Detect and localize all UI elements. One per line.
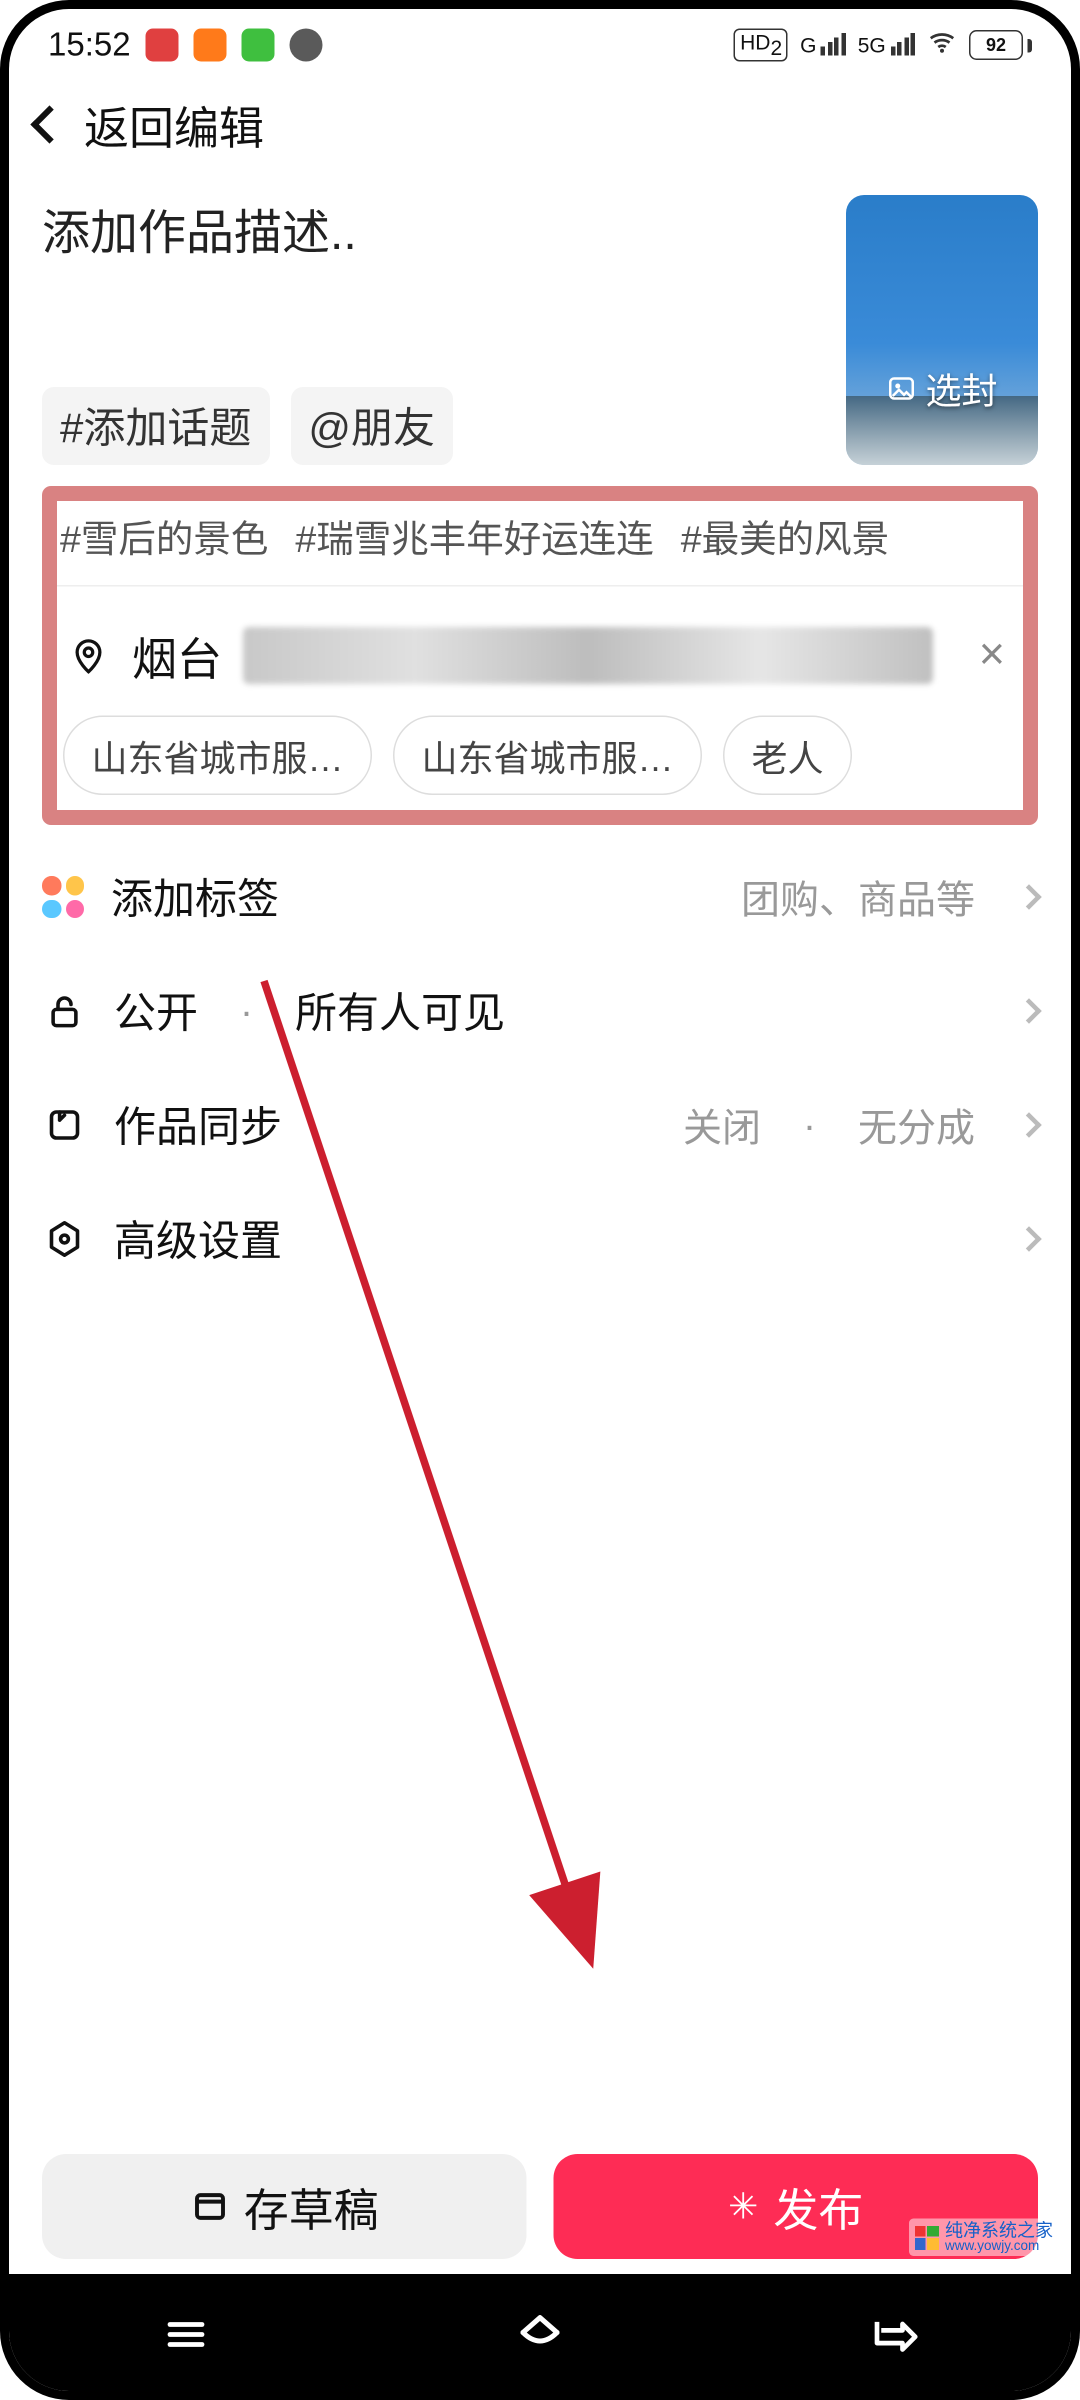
location-name: 烟台: [132, 623, 222, 689]
hd-sub: 2: [770, 36, 782, 60]
draft-icon: [190, 2187, 229, 2226]
hd-badge: HD2: [734, 29, 788, 62]
chevron-right-icon: [1016, 884, 1041, 909]
chevron-right-icon: [1016, 998, 1041, 1023]
cover-thumbnail[interactable]: 选封: [846, 195, 1038, 465]
signal-block-1: G: [800, 33, 846, 57]
back-label[interactable]: 返回编辑: [84, 92, 264, 158]
select-cover-label: 选封: [846, 362, 1038, 415]
publish-label: 发布: [773, 2174, 863, 2240]
signal-bars-icon: [821, 33, 846, 56]
watermark: 纯净系统之家 www.yowjy.com: [909, 2219, 1059, 2257]
battery-tip-icon: [1028, 38, 1033, 52]
back-chevron-icon[interactable]: [30, 105, 68, 143]
unlock-icon: [42, 989, 87, 1034]
wifi-icon: [927, 26, 957, 64]
mention-friend-chip[interactable]: @朋友: [290, 387, 453, 465]
dot-separator: ·: [240, 988, 253, 1035]
add-tags-label: 添加标签: [111, 867, 279, 927]
battery-pct: 92: [986, 35, 1006, 56]
sync-icon: [42, 1103, 87, 1148]
chevron-right-icon: [1016, 1112, 1041, 1137]
recents-button[interactable]: [156, 2303, 216, 2363]
watermark-logo-icon: [915, 2225, 939, 2249]
location-clear-button[interactable]: ×: [970, 630, 1014, 681]
gear-hex-icon: [42, 1217, 87, 1262]
net1-label: G: [800, 33, 816, 57]
advanced-label: 高级设置: [114, 1209, 282, 1269]
privacy-row[interactable]: 公开 · 所有人可见: [42, 954, 1038, 1068]
topic-suggestion[interactable]: #雪后的景色: [60, 510, 268, 564]
watermark-url: www.yowjy.com: [945, 2240, 1053, 2254]
tags-icon: [42, 876, 84, 918]
hd-text: HD: [740, 30, 770, 54]
clock: 15:52: [48, 26, 131, 65]
home-button[interactable]: [510, 2303, 570, 2363]
image-icon: [887, 373, 917, 403]
statusbar-app-icon-1: [146, 29, 179, 62]
add-tags-row[interactable]: 添加标签 团购、商品等: [42, 840, 1038, 954]
location-suggestion[interactable]: 老人: [723, 716, 852, 796]
sync-value-2: 无分成: [858, 1097, 975, 1153]
statusbar-app-icon-2: [194, 29, 227, 62]
settings-list: 添加标签 团购、商品等 公开 · 所有人可见 作品同步: [9, 825, 1071, 1296]
location-row[interactable]: 烟台 ×: [57, 587, 1023, 710]
screen: 15:52 HD2 G 5G: [9, 9, 1071, 2391]
topic-suggestion[interactable]: #最美的风景: [681, 510, 889, 564]
chevron-right-icon: [1016, 1226, 1041, 1251]
topic-suggestion[interactable]: #瑞雪兆丰年好运连连: [295, 510, 653, 564]
status-bar: 15:52 HD2 G 5G: [9, 9, 1071, 81]
save-draft-label: 存草稿: [244, 2174, 379, 2240]
phone-frame: 15:52 HD2 G 5G: [0, 0, 1080, 2400]
battery-indicator: 92: [969, 30, 1032, 60]
location-redacted: [243, 627, 934, 684]
sync-row[interactable]: 作品同步 关闭 · 无分成: [42, 1068, 1038, 1182]
cover-label-text: 选封: [926, 362, 998, 415]
back-button[interactable]: [864, 2303, 924, 2363]
sparkle-icon: ✳: [728, 2185, 758, 2229]
net2-label: 5G: [858, 33, 886, 57]
compose-left: 添加作品描述.. #添加话题 @朋友: [42, 195, 819, 465]
chip-row: #添加话题 @朋友: [42, 387, 819, 465]
location-suggestions: 山东省城市服… 山东省城市服… 老人: [57, 710, 1023, 796]
sync-value-1: 关闭: [683, 1097, 761, 1153]
privacy-value: 所有人可见: [295, 981, 505, 1041]
header: 返回编辑: [9, 81, 1071, 168]
statusbar-notification-dot-icon: [290, 29, 323, 62]
annotation-highlight-box: #雪后的景色 #瑞雪兆丰年好运连连 #最美的风景 烟台 × 山东省城市服… 山东…: [42, 486, 1038, 825]
add-topic-chip[interactable]: #添加话题: [42, 387, 269, 465]
sync-label: 作品同步: [114, 1095, 282, 1155]
topic-suggestions[interactable]: #雪后的景色 #瑞雪兆丰年好运连连 #最美的风景: [57, 501, 1023, 587]
save-draft-button[interactable]: 存草稿: [42, 2154, 527, 2259]
description-input[interactable]: 添加作品描述..: [42, 195, 819, 264]
add-tags-value: 团购、商品等: [741, 869, 975, 925]
signal-bars-icon: [890, 33, 915, 56]
location-pin-icon: [66, 633, 111, 678]
status-right: HD2 G 5G 92: [734, 26, 1032, 64]
signal-block-2: 5G: [858, 33, 915, 57]
statusbar-app-icon-3: [242, 29, 275, 62]
status-left: 15:52: [48, 26, 323, 65]
compose-area: 添加作品描述.. #添加话题 @朋友 选封: [9, 168, 1071, 474]
advanced-settings-row[interactable]: 高级设置: [42, 1182, 1038, 1296]
privacy-label: 公开: [114, 981, 198, 1041]
dot-separator: ·: [803, 1102, 816, 1149]
location-suggestion[interactable]: 山东省城市服…: [63, 716, 372, 796]
system-nav-bar: [9, 2274, 1071, 2391]
location-suggestion[interactable]: 山东省城市服…: [393, 716, 702, 796]
watermark-title: 纯净系统之家: [945, 2222, 1053, 2240]
